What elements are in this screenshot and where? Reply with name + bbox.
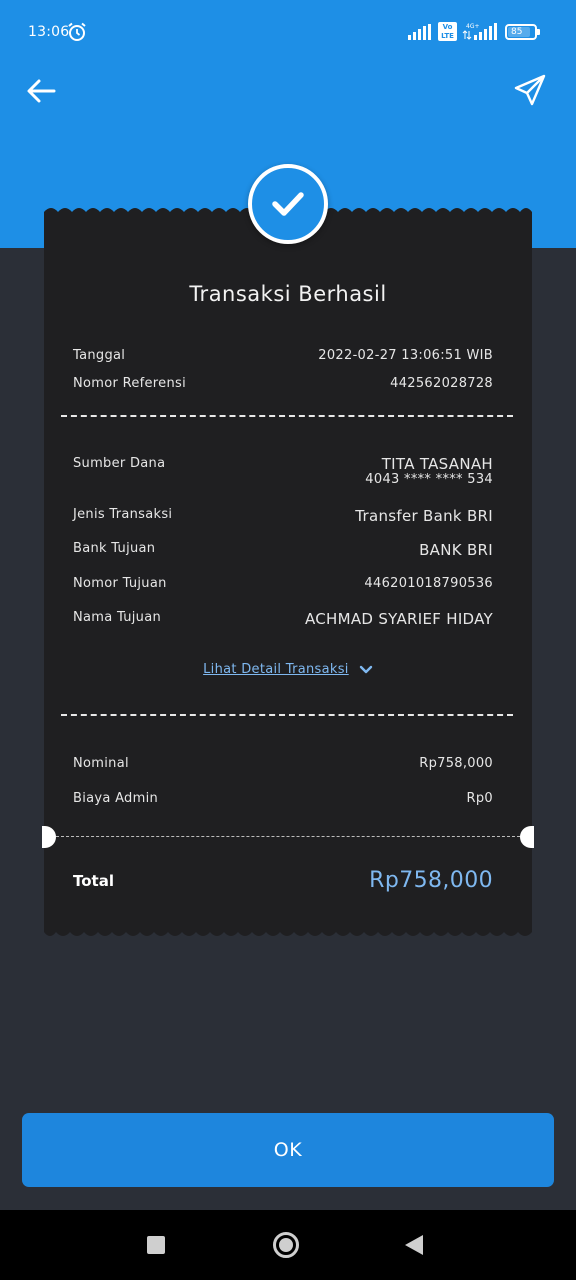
home-icon[interactable] xyxy=(273,1232,299,1258)
battery-icon: 85 xyxy=(505,24,540,40)
receipt-title: Transaksi Berhasil xyxy=(189,282,387,306)
bank-label: Bank Tujuan xyxy=(73,541,156,556)
bank-value: BANK BRI xyxy=(419,541,493,559)
battery-level-text: 85 xyxy=(511,27,523,37)
nominal-label: Nominal xyxy=(73,756,129,771)
source-account: 4043 **** **** 534 xyxy=(365,472,493,487)
reference-value: 442562028728 xyxy=(390,376,493,391)
source-name: TITA TASANAH xyxy=(381,455,493,473)
network-4g-signal-icon: 4G+ xyxy=(462,23,497,40)
date-value: 2022-02-27 13:06:51 WIB xyxy=(318,348,493,363)
chevron-down-icon xyxy=(359,665,373,673)
recent-apps-icon[interactable] xyxy=(147,1236,165,1254)
reference-label: Nomor Referensi xyxy=(73,376,186,391)
receipt-card xyxy=(44,208,532,936)
total-label: Total xyxy=(73,872,114,890)
alarm-icon xyxy=(68,22,86,41)
dest-number-label: Nomor Tujuan xyxy=(73,576,167,591)
admin-fee-value: Rp0 xyxy=(466,791,493,806)
svg-text:4G+: 4G+ xyxy=(466,23,480,30)
dest-name-value: ACHMAD SYARIEF HIDAY xyxy=(304,610,493,628)
view-transaction-detail-link[interactable]: Lihat Detail Transaksi xyxy=(44,662,532,677)
nominal-value: Rp758,000 xyxy=(419,756,493,771)
divider xyxy=(56,836,520,837)
date-label: Tanggal xyxy=(73,348,126,363)
source-value: TITA TASANAH 4043 **** **** 534 xyxy=(365,456,493,488)
dest-name-label: Nama Tujuan xyxy=(73,610,162,625)
transaction-receipt: Transaksi Berhasil Tanggal 2022-02-27 13… xyxy=(42,164,534,940)
status-time: 13:06 xyxy=(28,24,70,40)
success-badge xyxy=(248,164,328,244)
total-value: Rp758,000 xyxy=(369,868,493,893)
detail-link-label: Lihat Detail Transaksi xyxy=(203,662,349,677)
divider xyxy=(61,415,513,417)
nav-back-icon[interactable] xyxy=(405,1235,423,1255)
dest-number-value: 446201018790536 xyxy=(364,576,493,591)
back-button[interactable] xyxy=(24,74,58,108)
signal-icon xyxy=(408,24,431,40)
volte-icon: Vo LTE xyxy=(438,22,457,41)
send-icon[interactable] xyxy=(512,72,548,108)
check-icon xyxy=(272,192,304,216)
status-bar: 13:06 Vo LTE 4G+ 85 xyxy=(0,0,576,62)
system-navigation-bar xyxy=(0,1210,576,1280)
type-value: Transfer Bank BRI xyxy=(355,507,493,525)
ok-button[interactable]: OK xyxy=(22,1113,554,1187)
divider xyxy=(61,714,513,716)
type-label: Jenis Transaksi xyxy=(73,507,173,522)
source-label: Sumber Dana xyxy=(73,456,166,471)
admin-fee-label: Biaya Admin xyxy=(73,791,159,806)
